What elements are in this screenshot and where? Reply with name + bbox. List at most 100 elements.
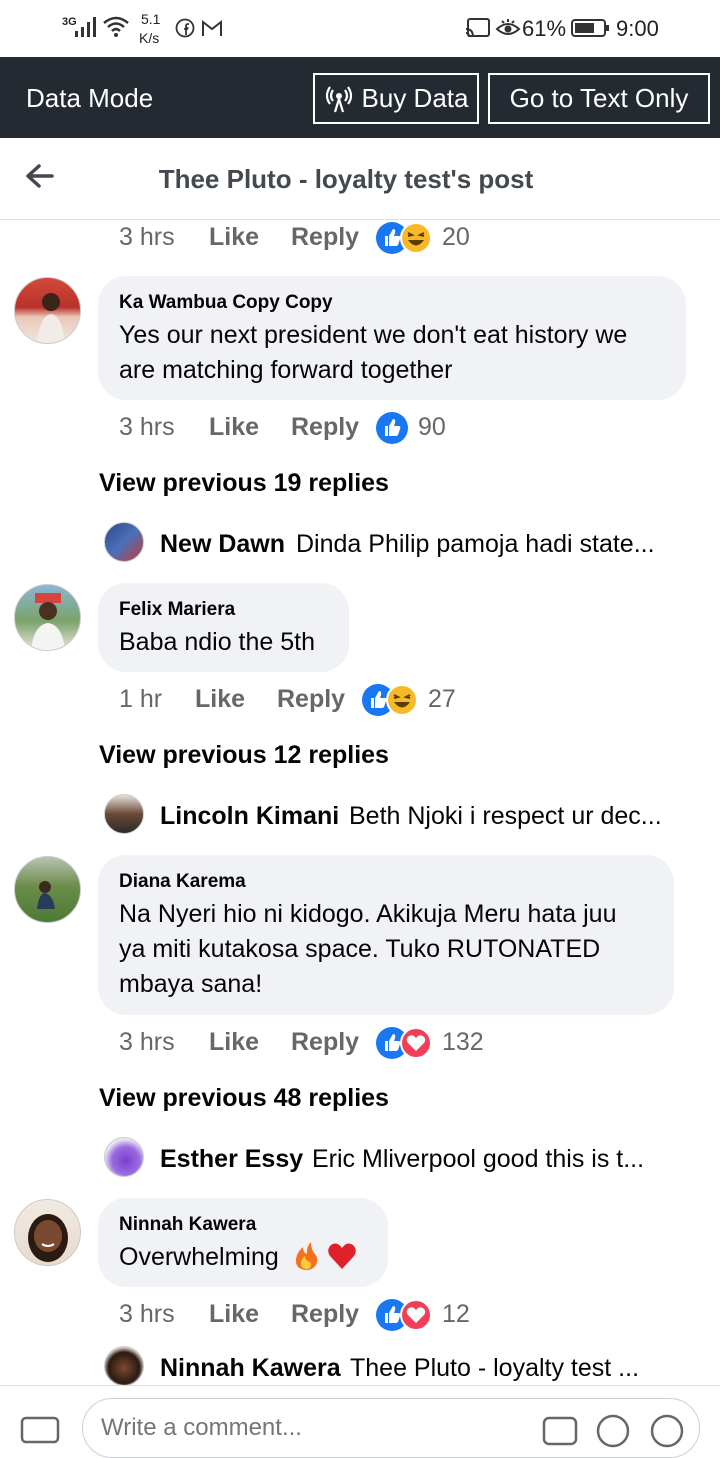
reaction-count: 12 <box>442 1300 470 1328</box>
emoji-icon[interactable] <box>650 1414 684 1448</box>
comment-bubble[interactable]: Felix Mariera Baba ndio the 5th <box>98 583 349 672</box>
reply-text: Dinda Philip pamoja hadi state... <box>296 530 655 558</box>
comment-text-line: Overwhelming <box>119 1243 279 1271</box>
data-mode-title: Data Mode <box>26 83 154 113</box>
reply-text: Eric Mliverpool good this is t... <box>312 1145 645 1173</box>
comment-meta-row: 3 hrs Like Reply 132 <box>119 1026 539 1060</box>
avatar[interactable] <box>14 856 81 923</box>
comment-text: Na Nyeri hio ni kidogo. Akikuja Meru hat… <box>119 897 617 1002</box>
reply-preview[interactable]: Esther Essy Eric Mliverpool good this is… <box>104 1137 704 1179</box>
comment-meta-row: 1 hr Like Reply 27 <box>119 683 519 717</box>
text-only-label: Go to Text Only <box>509 83 689 113</box>
reply-text: Thee Pluto - loyalty test ... <box>350 1354 640 1382</box>
comment-text-line: ya miti kutakosa space. Tuko RUTONATED <box>119 935 601 963</box>
comment-time: 3 hrs <box>119 413 175 441</box>
signal-icon <box>75 17 96 37</box>
reply-preview[interactable]: New Dawn Dinda Philip pamoja hadi state.… <box>104 522 704 564</box>
view-previous-replies[interactable]: View previous 48 replies <box>99 1084 389 1113</box>
comment-bubble[interactable]: Diana Karema Na Nyeri hio ni kidogo. Aki… <box>98 855 674 1015</box>
data-mode-bar: Data Mode Buy Data Go to Text Only <box>0 57 720 138</box>
like-reaction-icon <box>376 412 408 444</box>
speed-value: 5.1 <box>141 11 161 27</box>
haha-reaction-icon <box>400 222 432 254</box>
reply-button[interactable]: Reply <box>291 1028 359 1057</box>
comment-composer <box>0 1385 720 1458</box>
reply-preview[interactable]: Ninnah Kawera Thee Pluto - loyalty test … <box>104 1346 704 1388</box>
comment-meta-row: 3 hrs Like Reply 90 <box>119 411 519 445</box>
comment-author[interactable]: Ninnah Kawera <box>119 1214 256 1236</box>
comment-text-line: Baba ndio the 5th <box>119 628 315 656</box>
clock: 9:00 <box>616 16 659 41</box>
sticker-icon[interactable] <box>596 1414 630 1448</box>
avatar <box>104 522 144 562</box>
red-heart-emoji <box>327 1243 356 1269</box>
battery-icon <box>571 19 609 37</box>
reply-author[interactable]: Esther Essy <box>160 1145 303 1174</box>
like-button[interactable]: Like <box>209 1028 259 1057</box>
facebook-icon <box>175 18 195 38</box>
comment-time: 3 hrs <box>119 1300 175 1328</box>
avatar <box>104 1137 144 1177</box>
comment-text-line: Yes our next president we don't eat hist… <box>119 321 628 349</box>
comment-bubble[interactable]: Ninnah Kawera Overwhelming <box>98 1198 388 1287</box>
broadcast-icon <box>325 85 352 112</box>
reply-button[interactable]: Reply <box>277 685 345 714</box>
reply-text: Beth Njoki i respect ur dec... <box>349 802 662 830</box>
reaction-count: 27 <box>428 685 456 713</box>
avatar[interactable] <box>14 277 81 344</box>
love-reaction-icon <box>400 1027 432 1059</box>
comment-bubble[interactable]: Ka Wambua Copy Copy Yes our next preside… <box>98 276 686 400</box>
haha-reaction-icon <box>386 684 418 716</box>
comment-time: 3 hrs <box>119 223 175 251</box>
cast-icon <box>465 18 490 38</box>
comment-text: Yes our next president we don't eat hist… <box>119 318 627 388</box>
comment-text: Baba ndio the 5th <box>119 625 315 660</box>
avatar[interactable] <box>14 1199 81 1266</box>
status-bar: 3G 5.1 K/s 61% 9:00 <box>0 0 720 57</box>
comment-author[interactable]: Ka Wambua Copy Copy <box>119 292 333 314</box>
reply-author[interactable]: Lincoln Kimani <box>160 802 339 831</box>
text-only-button[interactable]: Go to Text Only <box>488 73 710 124</box>
gif-icon[interactable] <box>542 1416 578 1446</box>
like-button[interactable]: Like <box>209 413 259 442</box>
like-button[interactable]: Like <box>209 1300 259 1329</box>
avatar <box>104 794 144 834</box>
comment-author[interactable]: Felix Mariera <box>119 599 235 621</box>
comment-meta-row: 3 hrs Like Reply 12 <box>119 1298 519 1332</box>
comment-time: 1 hr <box>119 685 163 713</box>
avatar <box>104 1346 144 1386</box>
reply-preview[interactable]: Lincoln Kimani Beth Njoki i respect ur d… <box>104 794 704 836</box>
fire-emoji <box>295 1242 318 1270</box>
like-button[interactable]: Like <box>209 223 259 252</box>
buy-data-label: Buy Data <box>361 83 469 113</box>
view-previous-replies[interactable]: View previous 19 replies <box>99 469 389 498</box>
reply-button[interactable]: Reply <box>291 1300 359 1329</box>
reaction-count: 90 <box>418 413 446 441</box>
avatar[interactable] <box>14 584 81 651</box>
comment-text: Overwhelming <box>119 1240 357 1275</box>
camera-icon[interactable] <box>20 1414 60 1444</box>
comment-time: 3 hrs <box>119 1028 175 1056</box>
post-header: Thee Pluto - loyalty test's post <box>0 138 720 220</box>
view-previous-replies[interactable]: View previous 12 replies <box>99 741 389 770</box>
reply-button[interactable]: Reply <box>291 223 359 252</box>
like-button[interactable]: Like <box>195 685 245 714</box>
wifi-icon <box>103 16 129 37</box>
page-title: Thee Pluto - loyalty test's post <box>158 164 534 194</box>
eye-comfort-icon <box>495 19 521 35</box>
comment-text-line: are matching forward together <box>119 356 453 384</box>
gmail-icon <box>202 19 222 36</box>
reply-button[interactable]: Reply <box>291 413 359 442</box>
love-reaction-icon <box>400 1299 432 1331</box>
battery-percent: 61% <box>522 16 567 41</box>
reply-author[interactable]: Ninnah Kawera <box>160 1354 341 1383</box>
buy-data-button[interactable]: Buy Data <box>313 73 479 124</box>
comment-text-line: mbaya sana! <box>119 970 263 998</box>
reply-author[interactable]: New Dawn <box>160 530 285 559</box>
speed-unit: K/s <box>139 30 160 46</box>
reaction-count: 132 <box>442 1028 484 1056</box>
reaction-count: 20 <box>442 223 470 251</box>
comment-text-line: Na Nyeri hio ni kidogo. Akikuja Meru hat… <box>119 900 617 928</box>
comment-author[interactable]: Diana Karema <box>119 871 246 893</box>
comment-meta-row: 3 hrs Like Reply 20 <box>119 221 519 255</box>
